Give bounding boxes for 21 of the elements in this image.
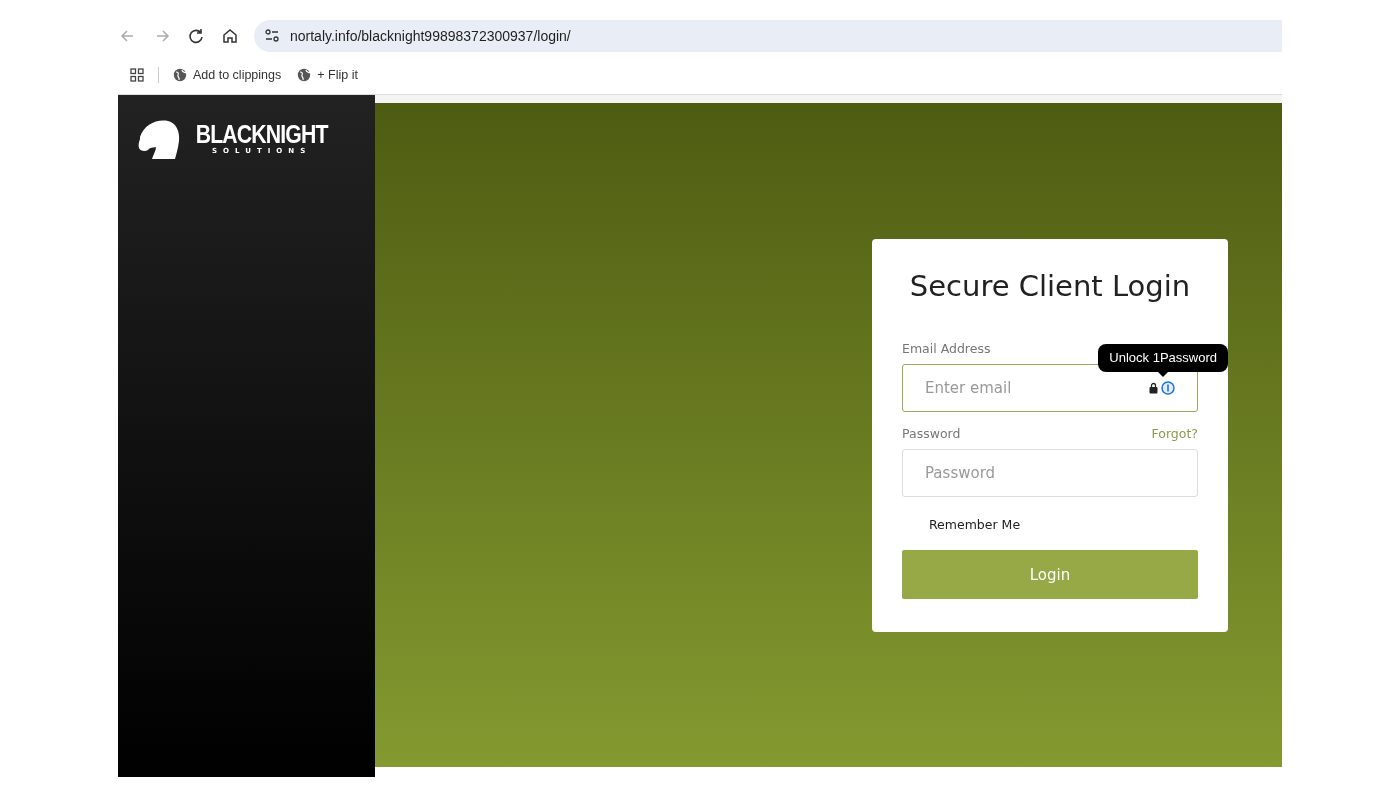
password-manager-icon[interactable] — [1161, 381, 1175, 395]
bookmark[interactable]: Add to clippings — [173, 68, 282, 82]
apps-grid-icon[interactable] — [130, 68, 144, 82]
site-settings-icon — [264, 28, 280, 44]
reload-icon[interactable] — [186, 26, 206, 46]
home-icon[interactable] — [220, 26, 240, 46]
bookmark[interactable]: + Flip it — [297, 68, 358, 82]
url-text: nortaly.info/blacknight99898372300937/login/ — [290, 28, 571, 44]
tooltip-pointer-icon — [1158, 372, 1169, 377]
email-label: Email Address — [902, 341, 992, 356]
password-label: Password — [902, 426, 961, 441]
remember-me-label: Remember Me — [929, 517, 1022, 532]
login-title: Secure Client Login — [908, 269, 1192, 303]
email-field[interactable]: Enter email — [902, 364, 1198, 412]
tooltip: Unlock 1Password — [1098, 344, 1228, 372]
address-bar[interactable]: nortaly.info/blacknight99898372300937/login/ — [254, 20, 1282, 52]
globe-icon — [173, 68, 187, 82]
brand-name: BLACKNIGHT — [195, 121, 328, 147]
globe-icon — [297, 68, 312, 82]
password-field[interactable]: Password — [902, 449, 1198, 497]
lock-icon[interactable] — [1148, 382, 1159, 394]
